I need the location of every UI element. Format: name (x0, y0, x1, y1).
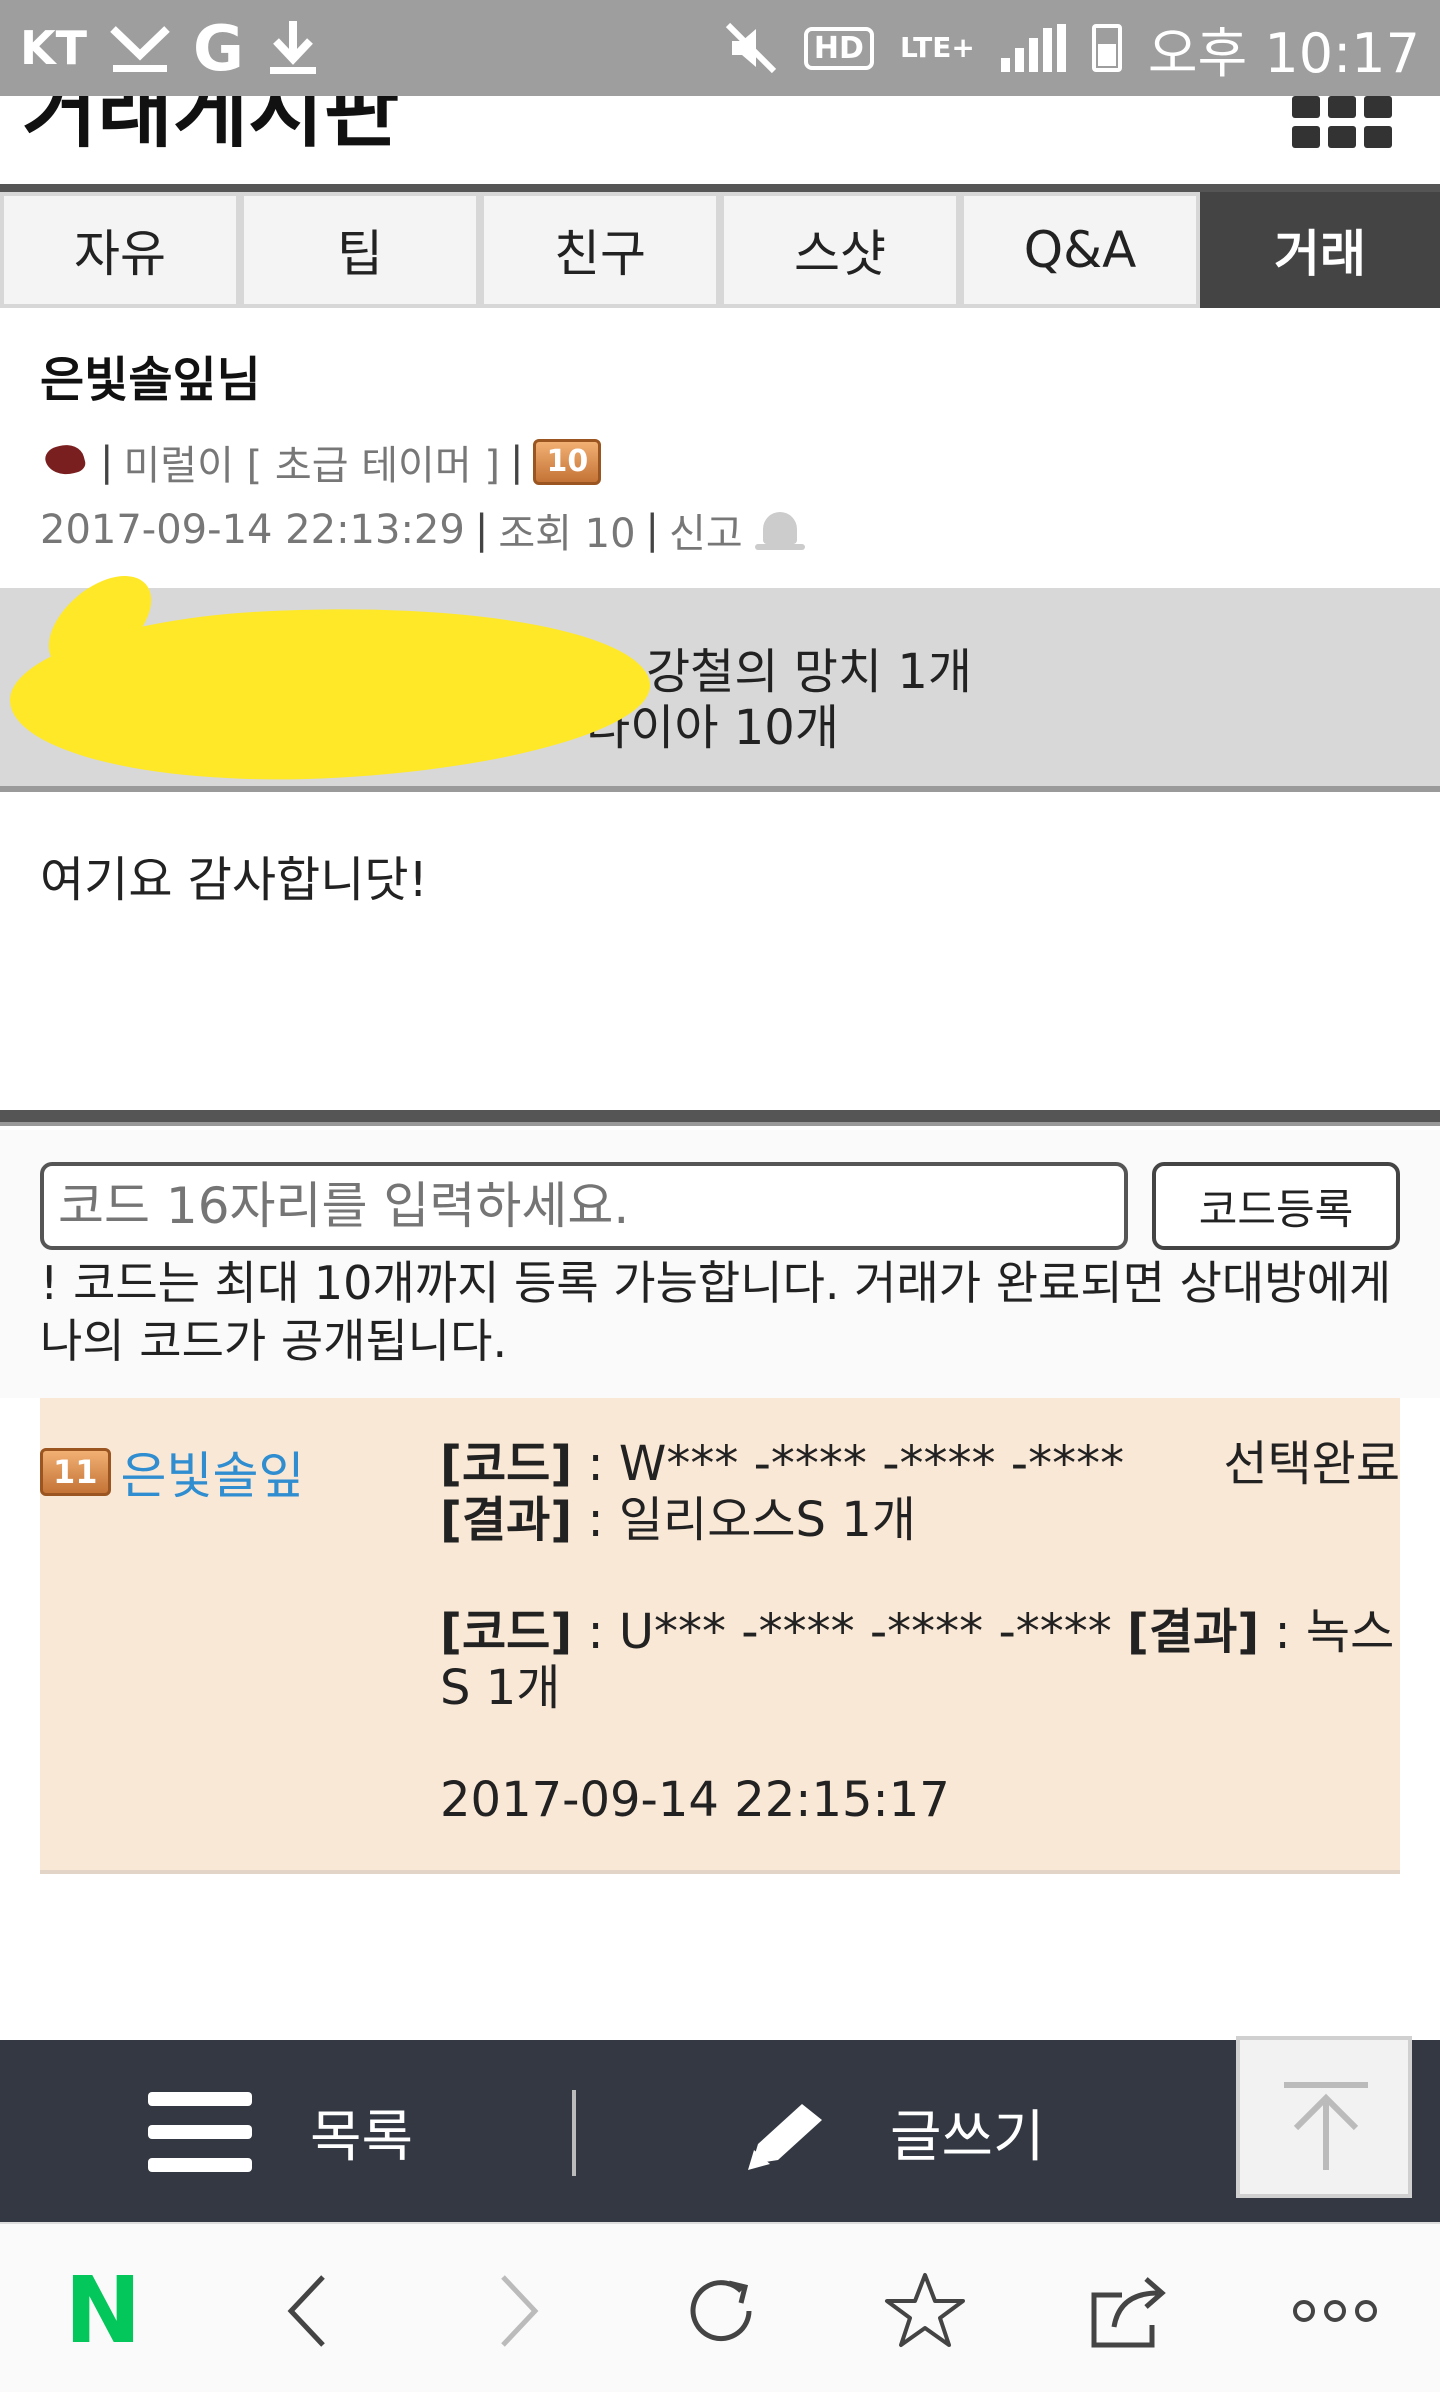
author-rank-row: | 미럴이 [ 초급 테이머 ] | 10 (40, 434, 1400, 490)
reply-result-row: [결과] : 일리오스S 1개 (440, 1492, 1400, 1548)
tab-trade[interactable]: 거래 (1200, 192, 1440, 308)
carrier-label: KT (20, 21, 88, 75)
hd-voice-icon: HD (803, 26, 874, 70)
result-value: : 일리오스S 1개 (572, 1492, 916, 1548)
tab-qna[interactable]: Q&A (960, 192, 1200, 308)
reload-icon (690, 2280, 752, 2342)
status-right: HD LTE+ 오후 10:17 (724, 9, 1420, 88)
separator: | (100, 439, 114, 485)
code-label: [코드] (440, 1436, 573, 1492)
level-badge: 11 (40, 1447, 111, 1497)
tab-screenshot[interactable]: 스샷 (720, 192, 960, 308)
reply-code-row: [코드] : W*** -**** -**** -**** 선택완료 (440, 1436, 1400, 1492)
result-label: [결과] (440, 1492, 573, 1548)
apps-grid-icon[interactable] (1292, 96, 1392, 148)
battery-icon (1091, 24, 1122, 72)
result-label: [결과] (1127, 1604, 1260, 1660)
level-badge: 10 (533, 439, 602, 485)
status-bar: KT G HD LTE+ 오후 10:17 (0, 0, 1440, 96)
write-button[interactable]: 글쓰기 (890, 2092, 1045, 2173)
back-button[interactable] (262, 2266, 352, 2356)
tab-friend[interactable]: 친구 (480, 192, 720, 308)
report-link[interactable]: 신고 (669, 501, 743, 559)
back-icon (287, 2275, 325, 2347)
separator: | (509, 439, 524, 485)
post-datetime: 2017-09-14 22:13:29 (40, 507, 465, 553)
scroll-top-button[interactable] (1236, 2036, 1412, 2198)
download-icon (269, 21, 316, 74)
clock: 오후 10:17 (1147, 21, 1420, 85)
reply-author: 11 은빛솔잎 (40, 1436, 305, 1508)
top-bar-icon (1284, 2082, 1368, 2088)
browser-toolbar: N (0, 2222, 1440, 2392)
view-count: 조회 10 (498, 511, 636, 557)
avatar (40, 439, 90, 485)
board-header: 거래게시판 (0, 96, 1440, 184)
post-body: 여기요 감사합니닷! (40, 852, 428, 908)
author-rank: 미럴이 [ 초급 테이머 ] (123, 443, 500, 489)
reply-author-name[interactable]: 은빛솔잎 (121, 1436, 305, 1508)
code-input[interactable] (40, 1162, 1128, 1250)
g-notification-icon: G (193, 11, 244, 85)
reply-content: [코드] : W*** -**** -**** -**** 선택완료 [결과] … (440, 1436, 1400, 1828)
section-divider (0, 1110, 1440, 1126)
category-tabs: 자유 팁 친구 스샷 Q&A 거래 (0, 184, 1440, 308)
bottom-action-bar: 목록 글쓰기 (0, 2040, 1440, 2222)
bookmark-button[interactable] (880, 2266, 970, 2356)
forward-button[interactable] (474, 2266, 564, 2356)
reply-card: 11 은빛솔잎 [코드] : W*** -**** -**** -**** 선택… (40, 1398, 1400, 1874)
trade-items-box: 강철의 망치 1개 다이아 10개 (0, 557, 1440, 795)
share-icon (1091, 2277, 1166, 2348)
code-value: : W*** -**** -**** -**** (572, 1436, 1125, 1492)
separator (572, 2090, 576, 2176)
star-icon (885, 2273, 965, 2347)
tab-tip[interactable]: 팁 (240, 192, 480, 308)
list-button[interactable]: 목록 (310, 2092, 413, 2173)
lte-icon: LTE+ (899, 31, 975, 64)
more-icon (1293, 2300, 1377, 2322)
naver-logo-button[interactable]: N (58, 2257, 148, 2364)
post-meta: 은빛솔잎님 | 미럴이 [ 초급 테이머 ] | 10 2017-09-14 2… (40, 340, 1400, 570)
code-label: [코드] (440, 1604, 573, 1660)
forward-icon (501, 2275, 539, 2347)
board-title: 거래게시판 (22, 96, 400, 159)
code-value: : U*** -**** -**** -**** (572, 1604, 1112, 1660)
separator: | (474, 507, 489, 553)
status-left: KT G (20, 12, 320, 85)
mute-icon (725, 22, 777, 74)
post-author: 은빛솔잎님 (40, 352, 261, 408)
post-info-row: 2017-09-14 22:13:29 | 조회 10 | 신고 (40, 502, 1400, 558)
signal-icon (1000, 24, 1066, 72)
siren-icon[interactable] (753, 508, 807, 552)
naver-logo: N (64, 2257, 142, 2364)
more-button[interactable] (1290, 2266, 1380, 2356)
tab-free[interactable]: 자유 (0, 192, 240, 308)
reload-button[interactable] (676, 2266, 766, 2356)
reply-datetime: 2017-09-14 22:15:17 (440, 1772, 950, 1828)
arrow-up-icon (1293, 2093, 1359, 2170)
code-notice: ! 코드는 최대 10개까지 등록 가능합니다. 거래가 완료되면 상대방에게 … (40, 1256, 1392, 1368)
reply-code-row: [코드] : U*** -**** -**** -**** [결과] : 녹스S… (440, 1604, 1400, 1716)
share-button[interactable] (1086, 2266, 1176, 2356)
code-entry-section: 코드등록 ! 코드는 최대 10개까지 등록 가능합니다. 거래가 완료되면 상… (0, 1130, 1440, 1398)
check-notification-icon (110, 26, 170, 72)
separator: | (645, 507, 660, 553)
select-status[interactable]: 선택완료 (1223, 1436, 1400, 1492)
list-menu-icon[interactable] (148, 2092, 252, 2172)
register-code-button[interactable]: 코드등록 (1152, 1162, 1400, 1250)
pencil-icon[interactable] (742, 2098, 838, 2174)
